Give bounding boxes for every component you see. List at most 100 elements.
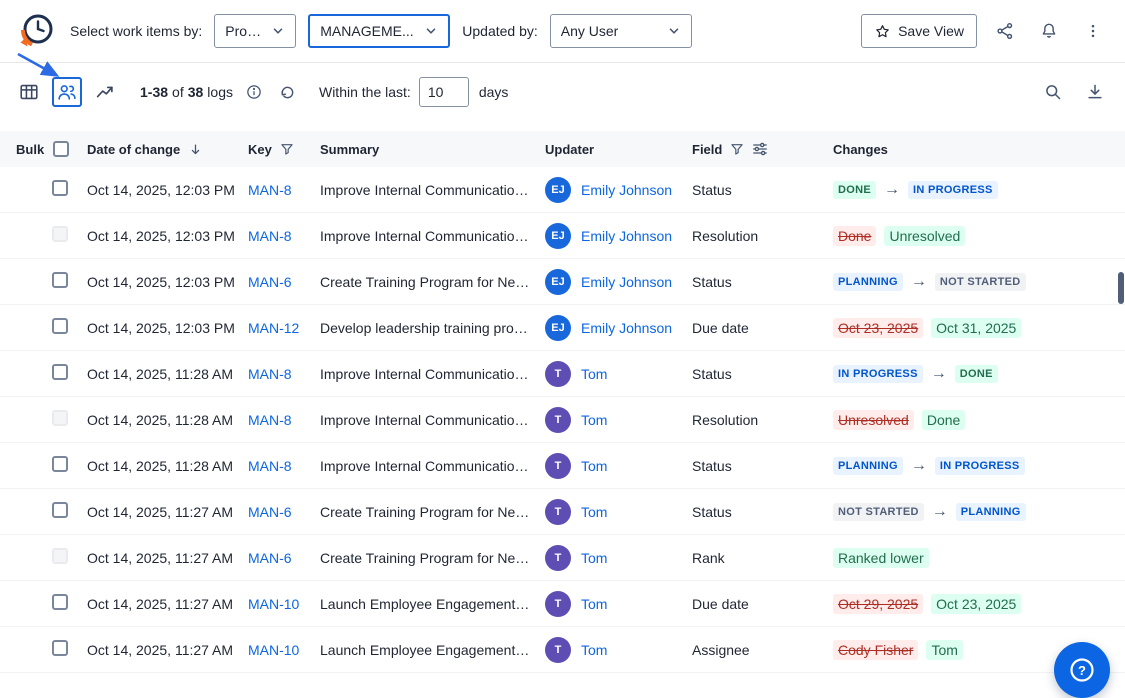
row-key-link[interactable]: MAN-8 [248, 228, 292, 244]
table-row: Oct 14, 2025, 11:28 AM MAN-8 Improve Int… [0, 443, 1125, 489]
svg-text:?: ? [1078, 663, 1086, 678]
row-checkbox[interactable] [52, 272, 68, 288]
updater-name-link[interactable]: Tom [581, 366, 607, 382]
row-checkbox[interactable] [52, 318, 68, 334]
select-work-items-label: Select work items by: [70, 23, 202, 39]
info-button[interactable] [241, 79, 267, 105]
key-filter-icon[interactable] [280, 142, 294, 156]
row-field: Resolution [692, 228, 833, 244]
vertical-scrollbar[interactable] [1118, 272, 1124, 304]
kebab-menu-icon [1084, 22, 1102, 40]
row-checkbox[interactable] [52, 226, 68, 242]
project-select-dropdown[interactable]: MANAGEME... [308, 14, 450, 48]
table-row: Oct 14, 2025, 11:27 AM MAN-10 Launch Emp… [0, 627, 1125, 673]
col-updater-label: Updater [545, 142, 594, 157]
avatar: T [545, 361, 571, 387]
row-checkbox[interactable] [52, 180, 68, 196]
row-date: Oct 14, 2025, 11:28 AM [87, 366, 248, 382]
table-row: Oct 14, 2025, 11:28 AM MAN-8 Improve Int… [0, 351, 1125, 397]
row-checkbox[interactable] [52, 548, 68, 564]
info-icon [245, 83, 263, 101]
row-summary: Improve Internal Communicatio… [320, 366, 545, 382]
old-value: Unresolved [833, 410, 914, 430]
table-header: Bulk Date of change Key Summary Updater … [0, 131, 1125, 167]
updater-name-link[interactable]: Emily Johnson [581, 274, 672, 290]
row-checkbox[interactable] [52, 594, 68, 610]
row-checkbox[interactable] [52, 640, 68, 656]
download-icon [1085, 82, 1105, 102]
people-view-button[interactable] [52, 77, 82, 107]
status-badge-to: PLANNING [956, 503, 1026, 521]
updater-name-link[interactable]: Tom [581, 458, 607, 474]
row-key-link[interactable]: MAN-6 [248, 550, 292, 566]
row-summary: Launch Employee Engagement … [320, 642, 545, 658]
updater-name-link[interactable]: Emily Johnson [581, 182, 672, 198]
row-summary: Create Training Program for Ne… [320, 550, 545, 566]
updater-name-link[interactable]: Tom [581, 642, 607, 658]
updater-name-link[interactable]: Tom [581, 550, 607, 566]
refresh-button[interactable] [275, 79, 301, 105]
updater-name-link[interactable]: Tom [581, 504, 607, 520]
col-changes-label: Changes [833, 142, 888, 157]
updater-name-link[interactable]: Emily Johnson [581, 228, 672, 244]
transition-arrow-icon: → [911, 458, 927, 474]
row-field: Status [692, 274, 833, 290]
row-key-link[interactable]: MAN-12 [248, 320, 299, 336]
avatar: EJ [545, 223, 571, 249]
chevron-down-icon [424, 24, 438, 38]
updated-by-label: Updated by: [462, 23, 538, 39]
row-key-link[interactable]: MAN-6 [248, 504, 292, 520]
save-view-button[interactable]: Save View [861, 14, 977, 48]
row-key-link[interactable]: MAN-8 [248, 182, 292, 198]
row-changes: IN PROGRESS→DONE [833, 365, 1125, 383]
row-key-link[interactable]: MAN-10 [248, 642, 299, 658]
row-date: Oct 14, 2025, 11:27 AM [87, 596, 248, 612]
row-field: Status [692, 504, 833, 520]
field-filter-icon[interactable] [730, 142, 744, 156]
days-input[interactable] [419, 77, 469, 107]
row-changes: PLANNING→IN PROGRESS [833, 457, 1125, 475]
more-options-button[interactable] [1077, 15, 1109, 47]
filter-type-dropdown[interactable]: Project [214, 14, 296, 48]
row-key-link[interactable]: MAN-8 [248, 412, 292, 428]
row-checkbox[interactable] [52, 364, 68, 380]
table-view-button[interactable] [14, 77, 44, 107]
updater-name-link[interactable]: Tom [581, 596, 607, 612]
row-date: Oct 14, 2025, 12:03 PM [87, 274, 248, 290]
row-checkbox[interactable] [52, 502, 68, 518]
help-button[interactable]: ? [1054, 642, 1110, 698]
row-field: Status [692, 366, 833, 382]
toolbar: 1-38 of 38 logs Within the last: days [0, 63, 1125, 121]
updater-name-link[interactable]: Tom [581, 412, 607, 428]
sort-desc-icon[interactable] [188, 142, 203, 157]
row-key-link[interactable]: MAN-10 [248, 596, 299, 612]
new-value: Oct 23, 2025 [931, 594, 1021, 614]
search-button[interactable] [1037, 76, 1069, 108]
row-key-link[interactable]: MAN-6 [248, 274, 292, 290]
share-button[interactable] [989, 15, 1021, 47]
col-field-label: Field [692, 142, 722, 157]
updater-name-link[interactable]: Emily Johnson [581, 320, 672, 336]
star-icon [874, 23, 891, 40]
old-value: Cody Fisher [833, 640, 918, 660]
bulk-select-all-checkbox[interactable] [53, 141, 69, 157]
transition-arrow-icon: → [884, 182, 900, 198]
row-key-link[interactable]: MAN-8 [248, 458, 292, 474]
trend-chart-icon [94, 81, 116, 103]
row-checkbox[interactable] [52, 456, 68, 472]
row-summary: Improve Internal Communicatio… [320, 412, 545, 428]
table-row: Oct 14, 2025, 11:27 AM MAN-10 Launch Emp… [0, 581, 1125, 627]
chart-view-button[interactable] [90, 77, 120, 107]
transition-arrow-icon: → [931, 366, 947, 382]
field-settings-icon[interactable] [752, 141, 768, 157]
top-bar: Select work items by: Project MANAGEME..… [0, 0, 1125, 63]
row-key-link[interactable]: MAN-8 [248, 366, 292, 382]
notifications-button[interactable] [1033, 15, 1065, 47]
updated-by-dropdown[interactable]: Any User [550, 14, 692, 48]
row-checkbox[interactable] [52, 410, 68, 426]
row-summary: Improve Internal Communicatio… [320, 182, 545, 198]
row-date: Oct 14, 2025, 12:03 PM [87, 320, 248, 336]
old-value: Done [833, 226, 876, 246]
new-value: Tom [926, 640, 962, 660]
download-button[interactable] [1079, 76, 1111, 108]
